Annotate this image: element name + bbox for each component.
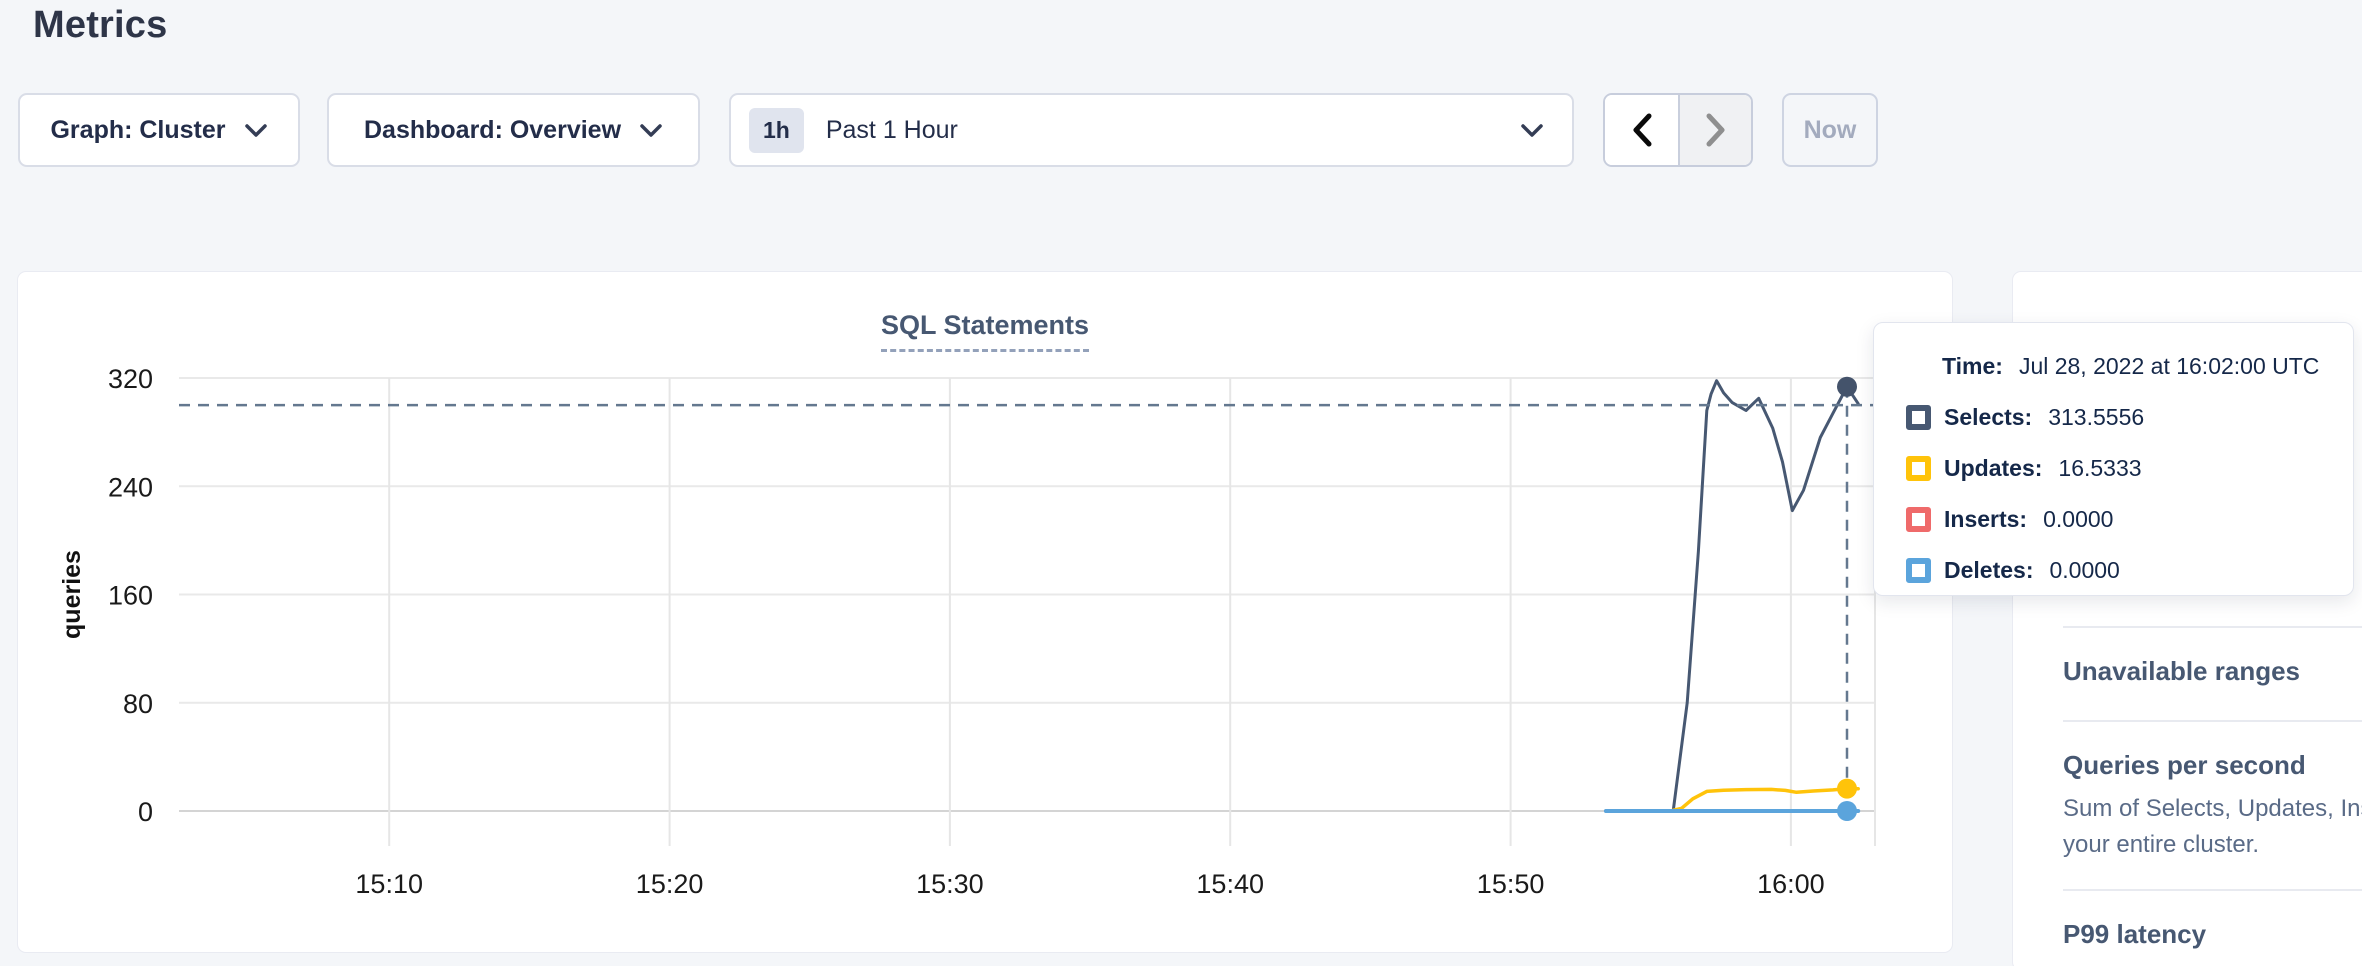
prev-time-button[interactable]	[1605, 95, 1678, 165]
tooltip-series-value: 313.5556	[2048, 404, 2144, 431]
tooltip-series-value: 0.0000	[2043, 506, 2113, 533]
tooltip-time-value: Jul 28, 2022 at 16:02:00 UTC	[2019, 353, 2319, 380]
time-range-selector[interactable]: 1h Past 1 Hour	[729, 93, 1574, 167]
sidebar-item-title: Unavailable ranges	[2063, 656, 2362, 687]
legend-swatch-icon	[1906, 405, 1931, 430]
chart-title[interactable]: SQL Statements	[881, 310, 1089, 352]
sql-statements-chart[interactable]: 0 80 160 240 320 15:10 15:20 15:30 15:40 15:50 16:…	[18, 272, 1954, 922]
sidebar-item-title: Queries per second	[2063, 750, 2362, 781]
svg-text:15:20: 15:20	[636, 869, 704, 899]
dashboard-dropdown[interactable]: Dashboard: Overview	[327, 93, 700, 167]
svg-text:queries: queries	[58, 550, 86, 639]
tooltip-series-value: 16.5333	[2058, 455, 2141, 482]
svg-text:80: 80	[123, 689, 153, 719]
svg-text:320: 320	[108, 364, 153, 394]
svg-text:15:50: 15:50	[1477, 869, 1545, 899]
chart-title-wrap: SQL Statements	[18, 310, 1952, 352]
tooltip-legend-rows: Selects: 313.5556Updates: 16.5333 Inserts: 0…	[1906, 404, 2323, 584]
svg-text:15:10: 15:10	[355, 869, 423, 899]
tooltip-series-label: Updates:	[1944, 455, 2042, 482]
tooltip-series-label: Selects:	[1944, 404, 2032, 431]
svg-text:0: 0	[138, 797, 153, 827]
svg-text:160: 160	[108, 581, 153, 611]
sql-statements-card: 0 80 160 240 320 15:10 15:20 15:30 15:40 15:50 16:…	[17, 271, 1953, 953]
tooltip-series-label: Inserts:	[1944, 506, 2027, 533]
graph-dropdown[interactable]: Graph: Cluster	[18, 93, 300, 167]
tooltip-legend-row: Selects: 313.5556	[1906, 404, 2323, 431]
tooltip-legend-row: Updates: 16.5333	[1906, 455, 2323, 482]
sidebar-divider	[2063, 720, 2362, 722]
time-range-label: Past 1 Hour	[826, 116, 1520, 145]
sidebar-item-title: P99 latency	[2063, 919, 2362, 950]
sidebar-item-description: Sum of Selects, Updates, Inser	[2063, 791, 2362, 827]
sidebar-item-description: your entire cluster.	[2063, 827, 2362, 863]
chevron-down-icon	[1520, 123, 1544, 138]
chevron-left-icon	[1631, 113, 1653, 147]
sidebar-divider	[2063, 626, 2362, 628]
chevron-down-icon	[244, 123, 268, 138]
now-button[interactable]: Now	[1782, 93, 1878, 167]
svg-text:15:30: 15:30	[916, 869, 984, 899]
legend-swatch-icon	[1906, 507, 1931, 532]
tooltip-time-row: Time: Jul 28, 2022 at 16:02:00 UTC	[1906, 353, 2323, 380]
tooltip-legend-row: Inserts: 0.0000	[1906, 506, 2323, 533]
tooltip-legend-row: Deletes: 0.0000	[1906, 557, 2323, 584]
chevron-right-icon	[1705, 113, 1727, 147]
page-title: Metrics	[33, 4, 167, 47]
svg-text:240: 240	[108, 472, 153, 502]
tooltip-series-value: 0.0000	[2049, 557, 2119, 584]
tooltip-series-label: Deletes:	[1944, 557, 2033, 584]
next-time-button[interactable]	[1678, 95, 1751, 165]
metrics-page: Metrics Graph: Cluster Dashboard: Overvi…	[0, 0, 2362, 966]
time-range-badge: 1h	[749, 108, 804, 153]
summary-sidebar-items: Unavailable ranges Queries per second Sum …	[2063, 626, 2362, 966]
legend-swatch-icon	[1906, 558, 1931, 583]
time-nav-group	[1603, 93, 1753, 167]
graph-dropdown-label: Graph: Cluster	[50, 116, 225, 145]
chart-tooltip: Time: Jul 28, 2022 at 16:02:00 UTC Selec…	[1873, 322, 2354, 596]
chevron-down-icon	[639, 123, 663, 138]
legend-swatch-icon	[1906, 456, 1931, 481]
tooltip-time-label: Time:	[1942, 353, 2003, 380]
svg-text:15:40: 15:40	[1196, 869, 1264, 899]
sidebar-divider	[2063, 889, 2362, 891]
toolbar: Graph: Cluster Dashboard: Overview 1h Pa…	[0, 93, 2362, 167]
dashboard-dropdown-label: Dashboard: Overview	[364, 116, 621, 145]
svg-text:16:00: 16:00	[1757, 869, 1825, 899]
